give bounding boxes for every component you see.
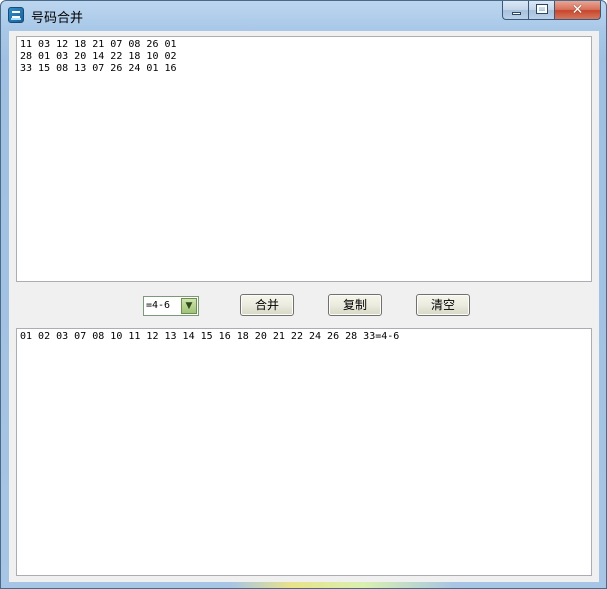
window-bottom-border [1, 582, 606, 588]
suffix-select[interactable]: =4-6 ▼ [143, 296, 199, 316]
input-numbers-textarea[interactable]: 11 03 12 18 21 07 08 26 01 28 01 03 20 1… [16, 36, 592, 282]
suffix-select-value: =4-6 [146, 300, 171, 311]
app-logo-icon[interactable] [8, 7, 24, 23]
client-area: 11 03 12 18 21 07 08 26 01 28 01 03 20 1… [9, 31, 599, 582]
copy-button[interactable]: 复制 [328, 294, 382, 316]
window-title: 号码合并 [31, 11, 84, 26]
maximize-button[interactable] [529, 1, 555, 20]
close-button[interactable]: ✕ [555, 1, 601, 20]
merge-button[interactable]: 合并 [240, 294, 294, 316]
output-result-textarea[interactable]: 01 02 03 07 08 10 11 12 13 14 15 16 18 2… [16, 328, 592, 576]
chevron-down-icon[interactable]: ▼ [181, 298, 197, 314]
caption-buttons: ✕ [502, 1, 601, 21]
minimize-button[interactable] [502, 1, 529, 20]
title-bar[interactable]: 号码合并 ✕ [1, 1, 606, 31]
app-window: 号码合并 ✕ 11 03 12 18 21 07 08 26 01 28 01 … [0, 0, 607, 589]
clear-button[interactable]: 清空 [416, 294, 470, 316]
close-icon: ✕ [571, 2, 584, 18]
maximize-icon [536, 4, 548, 14]
minimize-icon [512, 12, 521, 15]
